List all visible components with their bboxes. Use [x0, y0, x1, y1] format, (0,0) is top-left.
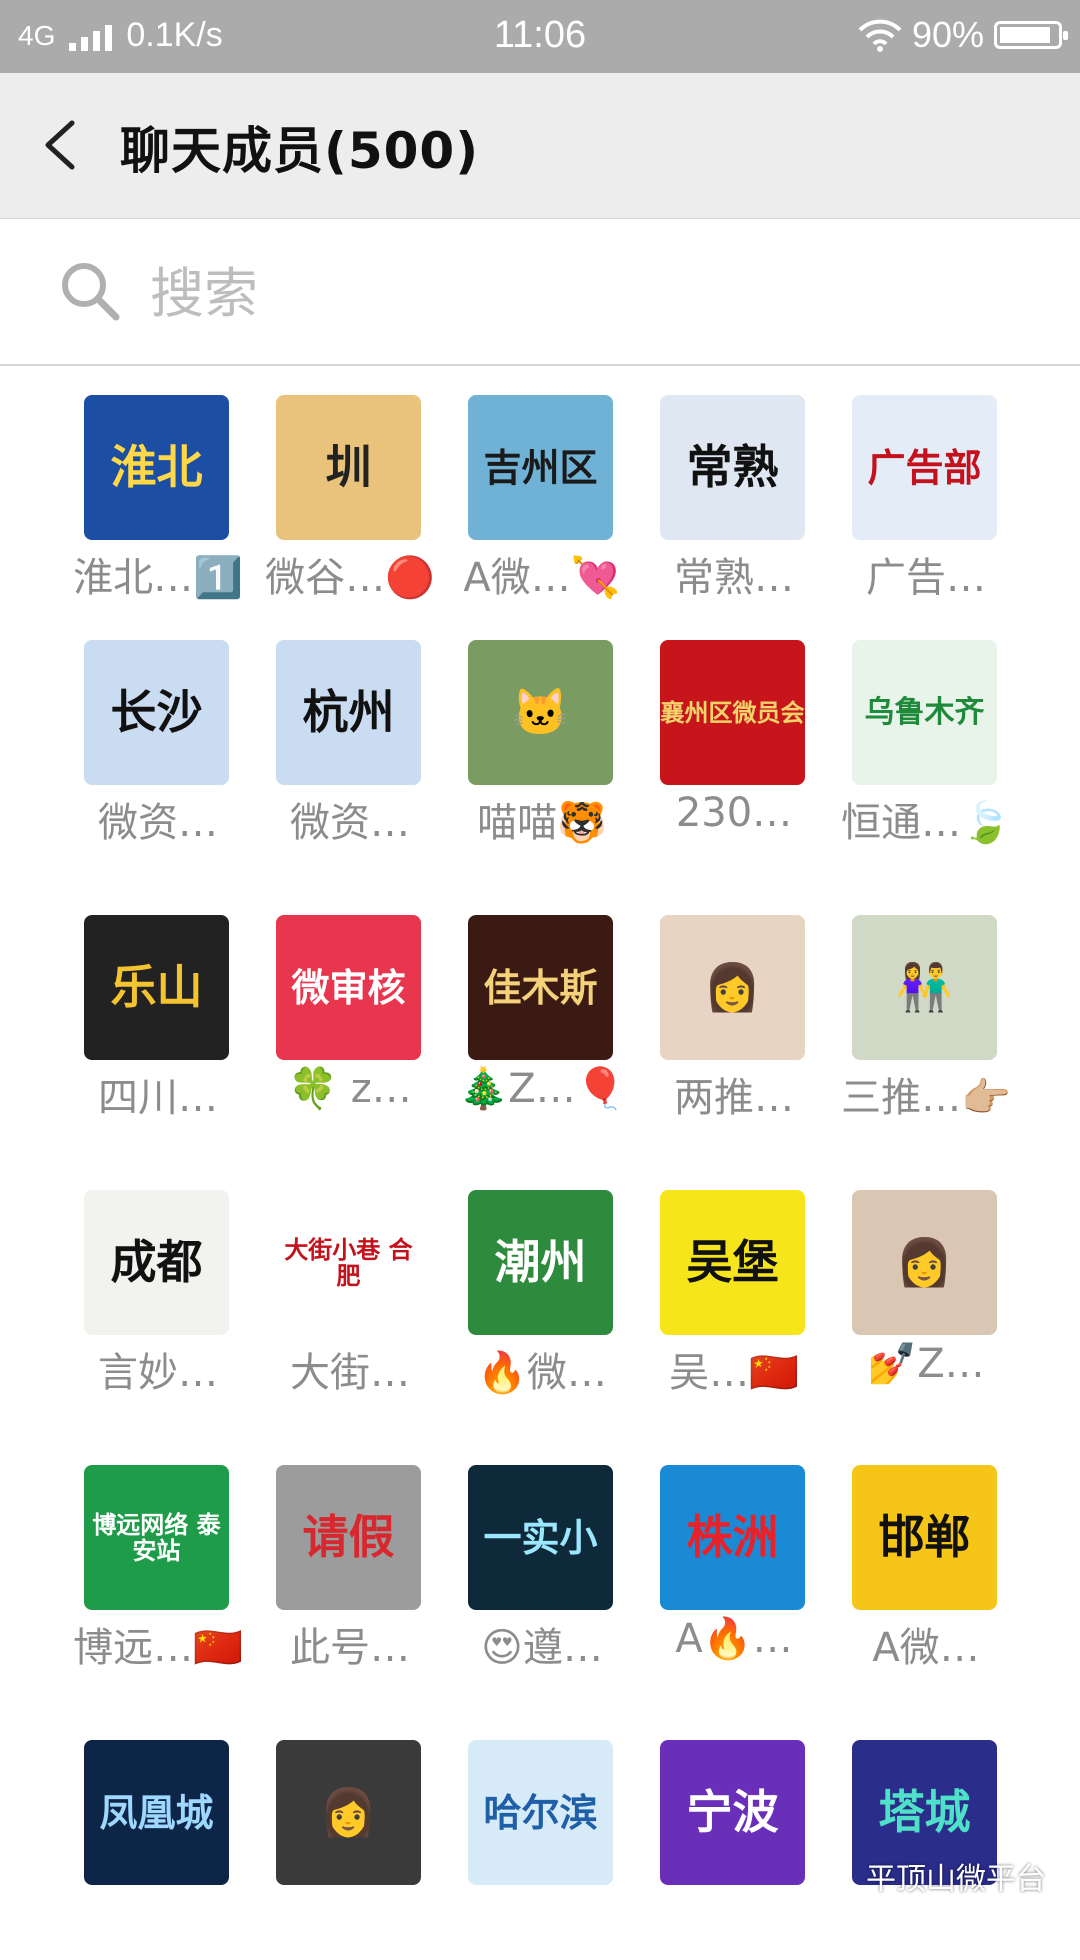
battery-percent: 90% — [911, 14, 984, 55]
member-name: 广告… — [866, 555, 986, 601]
member-item[interactable]: 襄州区微员会 230… — [654, 640, 814, 860]
member-item[interactable]: 大街小巷 合肥大街… — [270, 1190, 430, 1410]
member-name: 两推… — [674, 1075, 794, 1121]
member-avatar: 淮北 — [84, 395, 229, 540]
member-name: A微… — [872, 1625, 980, 1671]
member-avatar: 杭州 — [276, 640, 421, 785]
member-avatar: 吴堡 — [660, 1190, 805, 1335]
member-avatar: 宁波 — [660, 1740, 805, 1885]
member-avatar: 邯郸 — [852, 1465, 997, 1610]
member-name: 博远…🇨🇳 — [73, 1625, 243, 1671]
member-item[interactable]: 佳木斯 🎄Z…🎈 — [458, 915, 626, 1135]
member-avatar: 哈尔滨 — [468, 1740, 613, 1885]
member-item[interactable]: 杭州微资… — [270, 640, 430, 860]
member-name: 此号… — [290, 1625, 410, 1671]
member-item[interactable]: 吴堡吴…🇨🇳 — [654, 1190, 814, 1410]
member-item[interactable]: 乌鲁木齐恒通…🍃 — [841, 640, 1011, 860]
member-item[interactable]: 乐山四川… — [78, 915, 238, 1135]
member-item[interactable]: 👫 三推…👉🏼 — [841, 915, 1011, 1135]
member-item[interactable]: 长沙微资… — [78, 640, 238, 860]
member-item[interactable]: 广告部广告… — [846, 395, 1006, 615]
search-bar — [0, 219, 1080, 366]
member-item[interactable]: 成都言妙… — [78, 1190, 238, 1410]
member-avatar: 株洲 — [660, 1465, 805, 1610]
member-name: 🔥微… — [477, 1350, 607, 1396]
member-avatar: 广告部 — [852, 395, 997, 540]
page-title: 聊天成员(500) — [120, 122, 480, 180]
member-avatar: 圳 — [276, 395, 421, 540]
member-name: 230… — [675, 790, 793, 836]
member-item[interactable]: 哈尔滨 — [462, 1740, 622, 1960]
member-item[interactable]: 微审核 🍀 z… — [270, 915, 430, 1135]
member-avatar: 博远网络 泰安站 — [84, 1465, 229, 1610]
member-avatar: 🐱 — [468, 640, 613, 785]
member-name: 四川… — [98, 1075, 218, 1121]
member-item[interactable]: 👩 两推… — [654, 915, 814, 1135]
member-item[interactable]: 请假此号… — [270, 1465, 430, 1685]
member-avatar: 佳木斯 — [468, 915, 613, 1060]
member-item[interactable]: 👩 💅Z… — [846, 1190, 1006, 1410]
member-avatar: 👫 — [852, 915, 997, 1060]
member-avatar: 吉州区 — [468, 395, 613, 540]
member-item[interactable]: 🐱 喵喵🐯 — [462, 640, 622, 860]
member-name: 淮北…1️⃣ — [73, 555, 243, 601]
member-name: 💅Z… — [867, 1341, 985, 1387]
member-item[interactable]: 宁波 — [654, 1740, 814, 1960]
member-item[interactable]: 吉州区 A微…💘 — [462, 395, 622, 615]
member-item[interactable]: 👩 — [270, 1740, 430, 1960]
wifi-icon — [858, 19, 902, 52]
battery-icon — [994, 21, 1068, 49]
member-item[interactable]: 淮北淮北…1️⃣ — [73, 395, 243, 615]
status-right: 90% — [858, 14, 1068, 56]
member-name: 大街… — [290, 1350, 410, 1396]
member-avatar: 👩 — [276, 1740, 421, 1885]
member-avatar: 大街小巷 合肥 — [276, 1190, 421, 1335]
member-name: 言妙… — [98, 1350, 218, 1396]
member-avatar: 微审核 — [276, 915, 421, 1060]
status-bar: 4G 0.1K/s 11:06 90% — [0, 0, 1080, 73]
member-name: 恒通…🍃 — [841, 800, 1011, 846]
member-name: 🍀 z… — [288, 1066, 412, 1112]
member-name: 微资… — [290, 800, 410, 846]
member-name: 🎄Z…🎈 — [458, 1066, 626, 1112]
member-avatar: 👩 — [660, 915, 805, 1060]
member-avatar: 凤凰城 — [84, 1740, 229, 1885]
member-item[interactable]: 博远网络 泰安站博远…🇨🇳 — [73, 1465, 243, 1685]
search-input[interactable] — [148, 257, 1032, 329]
member-item[interactable]: 邯郸 A微… — [846, 1465, 1006, 1685]
member-avatar: 长沙 — [84, 640, 229, 785]
member-avatar: 乌鲁木齐 — [852, 640, 997, 785]
member-item[interactable]: 常熟常熟… — [654, 395, 814, 615]
member-avatar: 👩 — [852, 1190, 997, 1335]
member-name: 常熟… — [674, 555, 794, 601]
member-name: A🔥… — [675, 1616, 793, 1662]
member-avatar: 常熟 — [660, 395, 805, 540]
watermark: 平顶山微平台 — [866, 1862, 1046, 1897]
member-avatar: 乐山 — [84, 915, 229, 1060]
member-name: 吴…🇨🇳 — [669, 1350, 799, 1396]
member-item[interactable]: 圳微谷…🔴 — [265, 395, 435, 615]
member-avatar: 襄州区微员会 — [660, 640, 805, 785]
member-item[interactable]: 凤凰城 — [78, 1740, 238, 1960]
nav-bar: 聊天成员(500) — [0, 73, 1080, 219]
member-avatar: 成都 — [84, 1190, 229, 1335]
member-name: 喵喵🐯 — [477, 800, 607, 846]
member-name: 微资… — [98, 800, 218, 846]
member-avatar: 潮州 — [468, 1190, 613, 1335]
search-icon — [62, 263, 120, 321]
member-item[interactable]: 潮州 🔥微… — [462, 1190, 622, 1410]
member-avatar: 请假 — [276, 1465, 421, 1610]
member-name: A微…💘 — [463, 555, 621, 601]
back-arrow-icon[interactable] — [34, 113, 94, 177]
member-item[interactable]: 塔城 — [846, 1740, 1006, 1960]
member-item[interactable]: 一实小 😍遵… — [462, 1465, 622, 1685]
member-name: 😍遵… — [481, 1625, 603, 1671]
member-item[interactable]: 株洲 A🔥… — [654, 1465, 814, 1685]
member-avatar: 一实小 — [468, 1465, 613, 1610]
member-name: 三推…👉🏼 — [841, 1075, 1011, 1121]
member-name: 微谷…🔴 — [265, 555, 435, 601]
